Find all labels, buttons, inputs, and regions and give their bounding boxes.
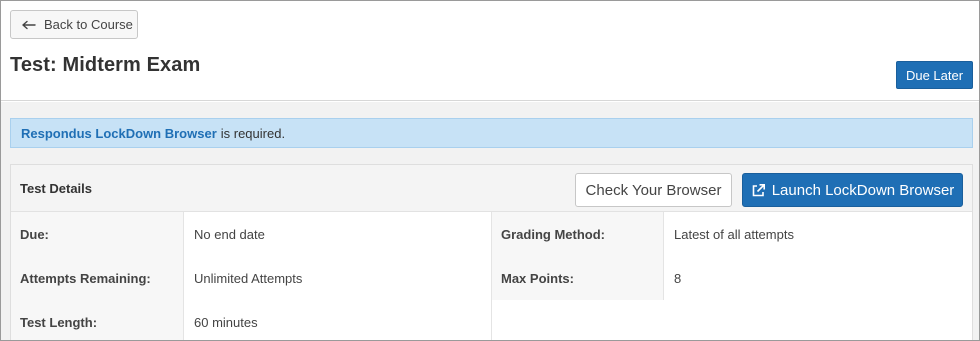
check-your-browser-button[interactable]: Check Your Browser [575, 173, 732, 207]
test-details-title: Test Details [20, 181, 93, 196]
due-label: Due: [11, 212, 184, 256]
due-later-button[interactable]: Due Later [896, 61, 973, 89]
test-details-panel: Test Details Check Your Browser Launch L… [10, 164, 973, 340]
test-length-value: 60 minutes [184, 300, 492, 340]
test-details-table: Due: No end date Grading Method: Latest … [11, 212, 972, 340]
empty-cell [492, 300, 664, 340]
table-row: Test Length: 60 minutes [11, 300, 972, 340]
back-to-course-label: Back to Course [44, 17, 133, 32]
back-to-course-button[interactable]: Back to Course [10, 10, 138, 39]
alert-suffix: is required. [220, 125, 286, 141]
external-link-icon [751, 183, 766, 198]
test-length-label: Test Length: [11, 300, 184, 340]
grading-method-label: Grading Method: [492, 212, 664, 256]
arrow-left-icon [22, 20, 36, 30]
grading-method-value: Latest of all attempts [664, 212, 972, 256]
lockdown-required-alert: Respondus LockDown Browser is required. [10, 118, 973, 148]
attempts-remaining-value: Unlimited Attempts [184, 256, 492, 300]
page-header: Back to Course Test: Midterm Exam Due La… [1, 1, 979, 101]
table-row: Attempts Remaining: Unlimited Attempts M… [11, 256, 972, 300]
attempts-remaining-label: Attempts Remaining: [11, 256, 184, 300]
app-window: Back to Course Test: Midterm Exam Due La… [0, 0, 980, 341]
launch-lockdown-browser-label: Launch LockDown Browser [771, 181, 955, 199]
max-points-label: Max Points: [492, 256, 664, 300]
table-row: Due: No end date Grading Method: Latest … [11, 212, 972, 256]
main-content: Respondus LockDown Browser is required. … [1, 102, 979, 340]
empty-cell [664, 300, 972, 340]
page-title: Test: Midterm Exam [10, 54, 201, 76]
respondus-lockdown-link[interactable]: Respondus LockDown Browser [21, 126, 217, 141]
test-details-header: Test Details Check Your Browser Launch L… [11, 165, 972, 212]
max-points-value: 8 [664, 256, 972, 300]
due-value: No end date [184, 212, 492, 256]
launch-lockdown-browser-button[interactable]: Launch LockDown Browser [742, 173, 963, 207]
